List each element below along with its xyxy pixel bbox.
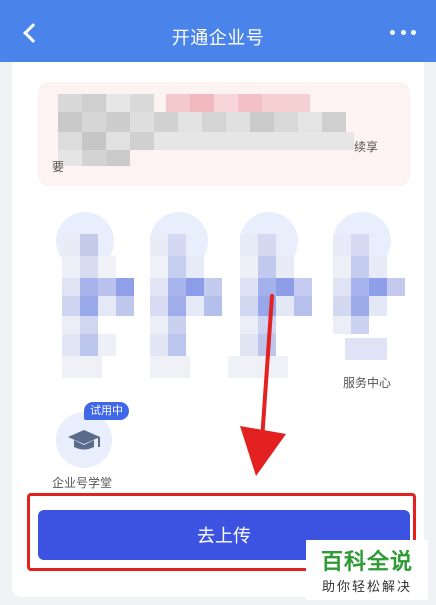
- notice-box: [38, 82, 410, 186]
- service-center-label: 服务中心: [343, 376, 392, 390]
- notice-mosaic: [58, 94, 354, 166]
- notice-text-fragment: 续享: [354, 140, 379, 154]
- academy-feature[interactable]: [56, 412, 112, 468]
- academy-label: 企业号学堂: [52, 476, 113, 490]
- more-options-icon[interactable]: [390, 30, 416, 36]
- page-title: 开通企业号: [171, 28, 265, 49]
- watermark: 百科全说 助你轻松解决: [306, 540, 428, 600]
- notice-text-fragment-start: 要: [52, 160, 65, 174]
- features-mosaic: [62, 234, 405, 378]
- trial-badge: 试用中: [84, 402, 129, 420]
- watermark-sub-text: 助你轻松解决: [321, 580, 412, 595]
- top-app-bar: 开通企业号: [0, 0, 436, 62]
- graduation-cap-icon: [68, 430, 100, 450]
- watermark-main-text: 百科全说: [320, 550, 413, 575]
